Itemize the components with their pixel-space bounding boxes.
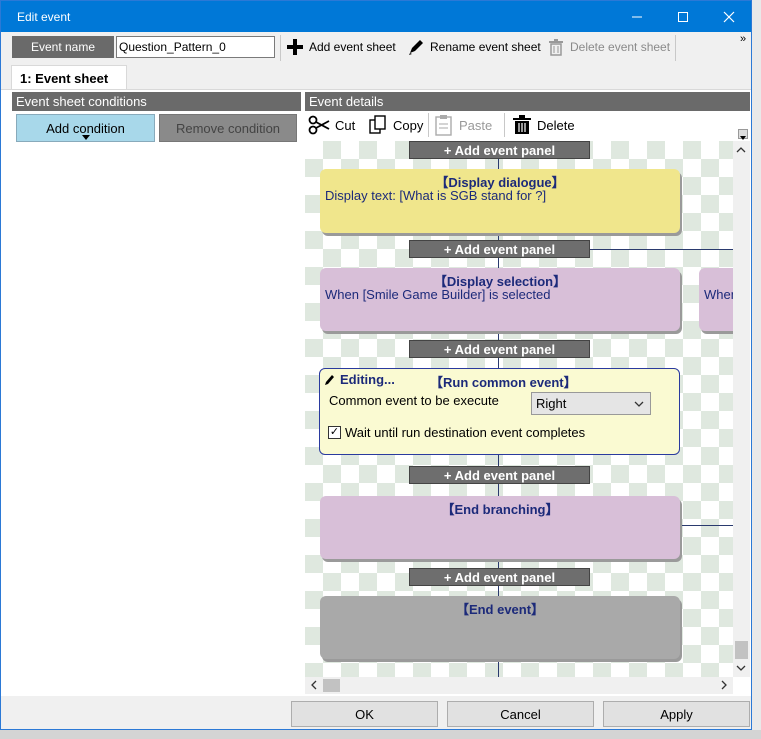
apply-button[interactable]: Apply bbox=[603, 701, 750, 727]
chevron-down-icon bbox=[634, 401, 644, 407]
horizontal-scroll-thumb[interactable] bbox=[323, 679, 340, 692]
cut-label: Cut bbox=[335, 117, 356, 133]
wait-completion-label: Wait until run destination event complet… bbox=[345, 425, 586, 440]
close-icon bbox=[723, 11, 735, 22]
add-event-panel-button[interactable]: + Add event panel bbox=[409, 568, 590, 586]
display-selection-branch-panel[interactable]: When bbox=[699, 268, 733, 331]
end-event-panel[interactable]: 【End event】 bbox=[320, 596, 680, 659]
pencil-icon bbox=[325, 375, 334, 385]
details-header: Event details bbox=[305, 92, 750, 111]
event-name-input[interactable] bbox=[116, 36, 275, 58]
toolbar-separator bbox=[280, 35, 281, 61]
display-dialogue-text: Display text: [What is SGB stand for ?] bbox=[325, 188, 547, 203]
add-event-panel-button[interactable]: + Add event panel bbox=[409, 141, 590, 159]
edit-event-window: Edit event Event name Add event sheet Re… bbox=[0, 0, 752, 730]
ok-button[interactable]: OK bbox=[291, 701, 438, 727]
run-common-event-title: 【Run common event】 bbox=[430, 375, 577, 390]
display-dialogue-panel[interactable]: 【Display dialogue】 Display text: [What i… bbox=[320, 169, 680, 233]
copy-button[interactable]: Copy bbox=[368, 113, 423, 137]
close-button[interactable] bbox=[706, 1, 751, 32]
caret-down-icon bbox=[82, 135, 90, 140]
event-name-label: Event name bbox=[12, 36, 114, 58]
vertical-scrollbar[interactable] bbox=[733, 141, 750, 677]
editing-label: Editing... bbox=[340, 372, 395, 387]
pin-icon[interactable] bbox=[738, 129, 748, 140]
scroll-left-icon bbox=[311, 680, 317, 690]
cancel-button[interactable]: Cancel bbox=[447, 701, 594, 727]
background-window-edge bbox=[752, 0, 761, 739]
trash-icon bbox=[549, 39, 563, 56]
conditions-header: Event sheet conditions bbox=[12, 92, 301, 111]
display-selection-text: When [Smile Game Builder] is selected bbox=[325, 287, 551, 302]
copy-icon bbox=[369, 115, 386, 134]
title-bar: Edit event bbox=[1, 1, 751, 32]
pencil-icon bbox=[409, 40, 423, 55]
maximize-button[interactable] bbox=[660, 1, 706, 32]
overflow-chevron-icon[interactable]: » bbox=[740, 33, 746, 45]
vertical-scroll-thumb[interactable] bbox=[735, 641, 748, 659]
window-title: Edit event bbox=[17, 10, 71, 24]
paste-label: Paste bbox=[459, 117, 493, 133]
common-event-select[interactable]: Right bbox=[531, 392, 651, 415]
common-event-field-label: Common event to be execute bbox=[329, 393, 499, 408]
paste-button[interactable]: Paste bbox=[434, 113, 492, 137]
minimize-button[interactable] bbox=[614, 1, 660, 32]
toolbar-separator-2 bbox=[675, 35, 676, 61]
horizontal-scrollbar[interactable] bbox=[305, 677, 733, 694]
add-event-panel-button[interactable]: + Add event panel bbox=[409, 240, 590, 258]
scissors-icon bbox=[308, 115, 330, 135]
minimize-icon bbox=[632, 16, 642, 17]
add-condition-button[interactable]: Add condition bbox=[16, 114, 155, 142]
wait-completion-checkbox[interactable]: ✓ bbox=[328, 426, 341, 439]
end-branching-panel[interactable]: 【End branching】 bbox=[320, 496, 680, 559]
add-event-sheet-button[interactable]: Add event sheet bbox=[286, 36, 396, 58]
delete-button[interactable]: Delete bbox=[512, 113, 575, 137]
remove-condition-button[interactable]: Remove condition bbox=[159, 114, 297, 142]
maximize-icon bbox=[678, 11, 688, 22]
scroll-down-icon bbox=[736, 665, 746, 671]
background-window-bottom bbox=[0, 730, 761, 739]
rename-event-sheet-label: Rename event sheet bbox=[430, 40, 541, 54]
delete-label: Delete bbox=[537, 117, 575, 133]
end-branching-title: 【End branching】 bbox=[441, 502, 559, 517]
cut-button[interactable]: Cut bbox=[308, 113, 355, 137]
details-tool-separator bbox=[428, 113, 429, 137]
add-event-panel-button[interactable]: + Add event panel bbox=[409, 340, 590, 358]
branch-end-connector-line bbox=[681, 525, 733, 526]
add-event-panel-button[interactable]: + Add event panel bbox=[409, 466, 590, 484]
plus-icon bbox=[287, 39, 303, 55]
event-flow-canvas[interactable]: + Add event panel 【Display dialogue】 Dis… bbox=[305, 141, 733, 677]
end-event-title: 【End event】 bbox=[455, 602, 545, 617]
display-selection-branch-text: When bbox=[704, 287, 733, 302]
rename-event-sheet-button[interactable]: Rename event sheet bbox=[407, 36, 541, 58]
tab-event-sheet-1[interactable]: 1: Event sheet bbox=[11, 65, 127, 90]
copy-label: Copy bbox=[393, 117, 424, 133]
scroll-up-icon bbox=[736, 147, 746, 153]
paste-icon bbox=[435, 115, 452, 136]
delete-event-sheet-button[interactable]: Delete event sheet bbox=[547, 36, 670, 58]
display-selection-panel[interactable]: 【Display selection】 When [Smile Game Bui… bbox=[320, 268, 680, 331]
scroll-right-icon bbox=[721, 680, 727, 690]
details-tool-separator-2 bbox=[504, 113, 505, 137]
add-condition-label: Add condition bbox=[46, 120, 125, 136]
delete-event-sheet-label: Delete event sheet bbox=[570, 40, 671, 54]
add-event-sheet-label: Add event sheet bbox=[309, 40, 396, 54]
common-event-selected-value: Right bbox=[536, 396, 567, 411]
branch-connector-line bbox=[589, 249, 733, 250]
trash-icon bbox=[513, 115, 531, 134]
